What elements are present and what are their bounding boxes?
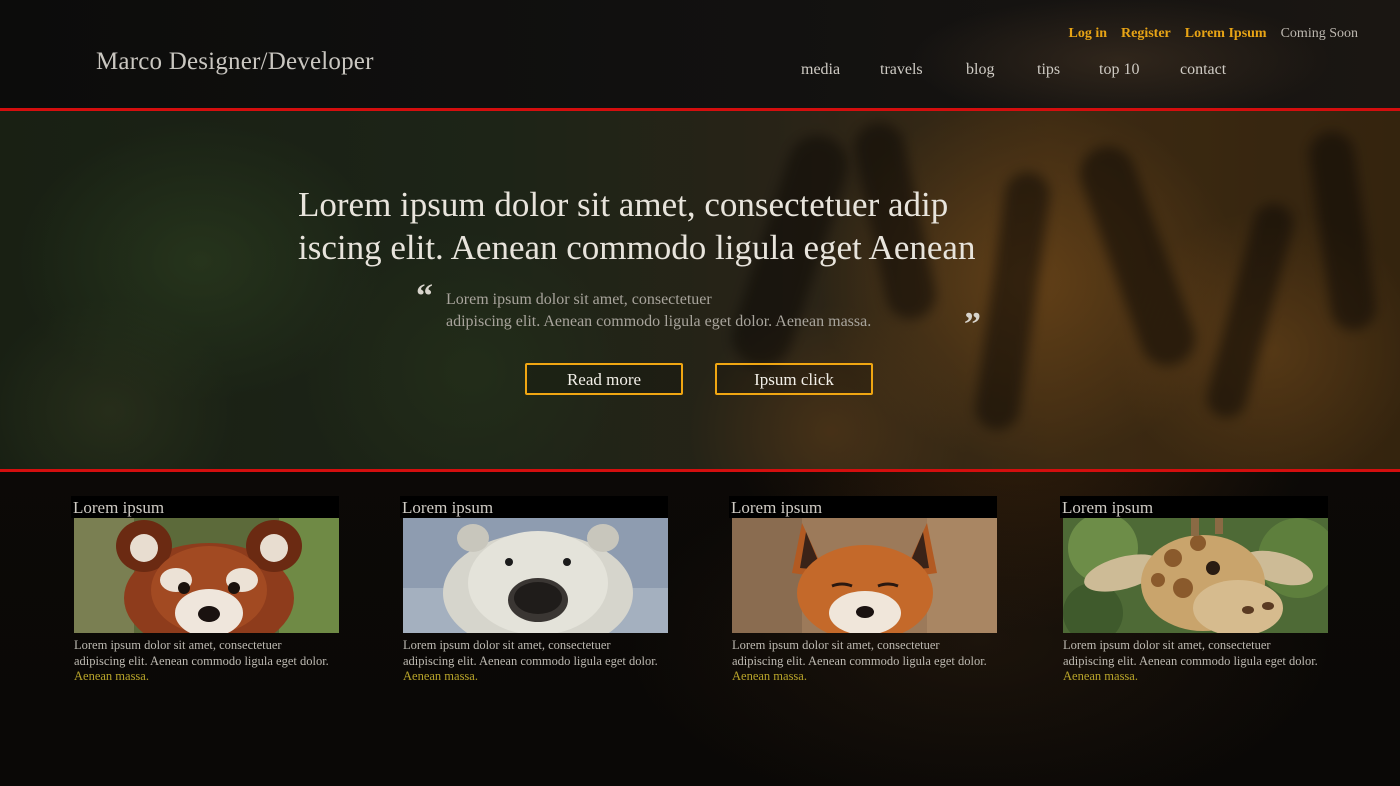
giraffe-photo[interactable] [1063, 518, 1328, 633]
card-title: Lorem ipsum [400, 496, 668, 518]
card-giraffe[interactable]: Lorem ipsum Lorem ipsum dolor sit amet, … [1060, 496, 1328, 685]
read-more-button[interactable]: Read more [525, 363, 683, 395]
login-link[interactable]: Log in [1069, 26, 1108, 42]
hero-quote: Lorem ipsum dolor sit amet, consectetuer… [446, 289, 986, 333]
register-link[interactable]: Register [1121, 26, 1171, 42]
site-header: Marco Designer/Developer Log in Register… [0, 0, 1400, 108]
card-highlight-link[interactable]: Aenean massa. [1063, 669, 1138, 683]
lorem-ipsum-link[interactable]: Lorem Ipsum [1185, 26, 1267, 42]
card-highlight-link[interactable]: Aenean massa. [74, 669, 149, 683]
card-highlight-link[interactable]: Aenean massa. [732, 669, 807, 683]
card-polar-bear[interactable]: Lorem ipsum Lorem ipsum dolor sit amet, … [400, 496, 668, 685]
ipsum-click-button[interactable]: Ipsum click [715, 363, 873, 395]
card-description: Lorem ipsum dolor sit amet, consectetuer… [732, 638, 994, 685]
card-title: Lorem ipsum [1060, 496, 1328, 518]
hero-divider [0, 469, 1400, 472]
card-description: Lorem ipsum dolor sit amet, consectetuer… [403, 638, 665, 685]
nav-item-media[interactable]: media [801, 61, 840, 79]
top-links: Log in Register Lorem Ipsum Coming Soon [1069, 26, 1359, 42]
hero-headline: Lorem ipsum dolor sit amet, consectetuer… [298, 183, 1078, 269]
polar-bear-photo[interactable] [403, 518, 668, 633]
card-text-body: Lorem ipsum dolor sit amet, consectetuer… [732, 638, 987, 668]
coming-soon-link[interactable]: Coming Soon [1281, 26, 1358, 42]
nav-item-tips[interactable]: tips [1037, 61, 1060, 79]
hero-quote-line2: adipiscing elit. Aenean commodo ligula e… [446, 313, 872, 330]
card-text-body: Lorem ipsum dolor sit amet, consectetuer… [403, 638, 658, 668]
card-title: Lorem ipsum [729, 496, 997, 518]
nav-item-top-10[interactable]: top 10 [1099, 61, 1139, 79]
card-highlight-link[interactable]: Aenean massa. [403, 669, 478, 683]
card-red-panda[interactable]: Lorem ipsum Lorem ipsum dolor sit amet, … [71, 496, 339, 685]
red-panda-photo[interactable] [74, 518, 339, 633]
site-brand[interactable]: Marco Designer/Developer [96, 48, 374, 76]
card-fox[interactable]: Lorem ipsum Lorem ipsum dolor sit amet, … [729, 496, 997, 685]
card-text-body: Lorem ipsum dolor sit amet, consectetuer… [1063, 638, 1318, 668]
card-description: Lorem ipsum dolor sit amet, consectetuer… [74, 638, 336, 685]
quote-open-mark: “ [416, 278, 433, 315]
card-title: Lorem ipsum [71, 496, 339, 518]
hero-headline-line2: iscing elit. Aenean commodo ligula eget … [298, 228, 976, 267]
card-description: Lorem ipsum dolor sit amet, consectetuer… [1063, 638, 1325, 685]
hero-quote-line1: Lorem ipsum dolor sit amet, consectetuer [446, 291, 712, 308]
quote-close-mark: ” [964, 306, 981, 343]
nav-item-blog[interactable]: blog [966, 61, 994, 79]
fox-photo[interactable] [732, 518, 997, 633]
hero-headline-line1: Lorem ipsum dolor sit amet, consectetuer… [298, 185, 949, 224]
nav-item-travels[interactable]: travels [880, 61, 923, 79]
nav-item-contact[interactable]: contact [1180, 61, 1226, 79]
card-text-body: Lorem ipsum dolor sit amet, consectetuer… [74, 638, 329, 668]
